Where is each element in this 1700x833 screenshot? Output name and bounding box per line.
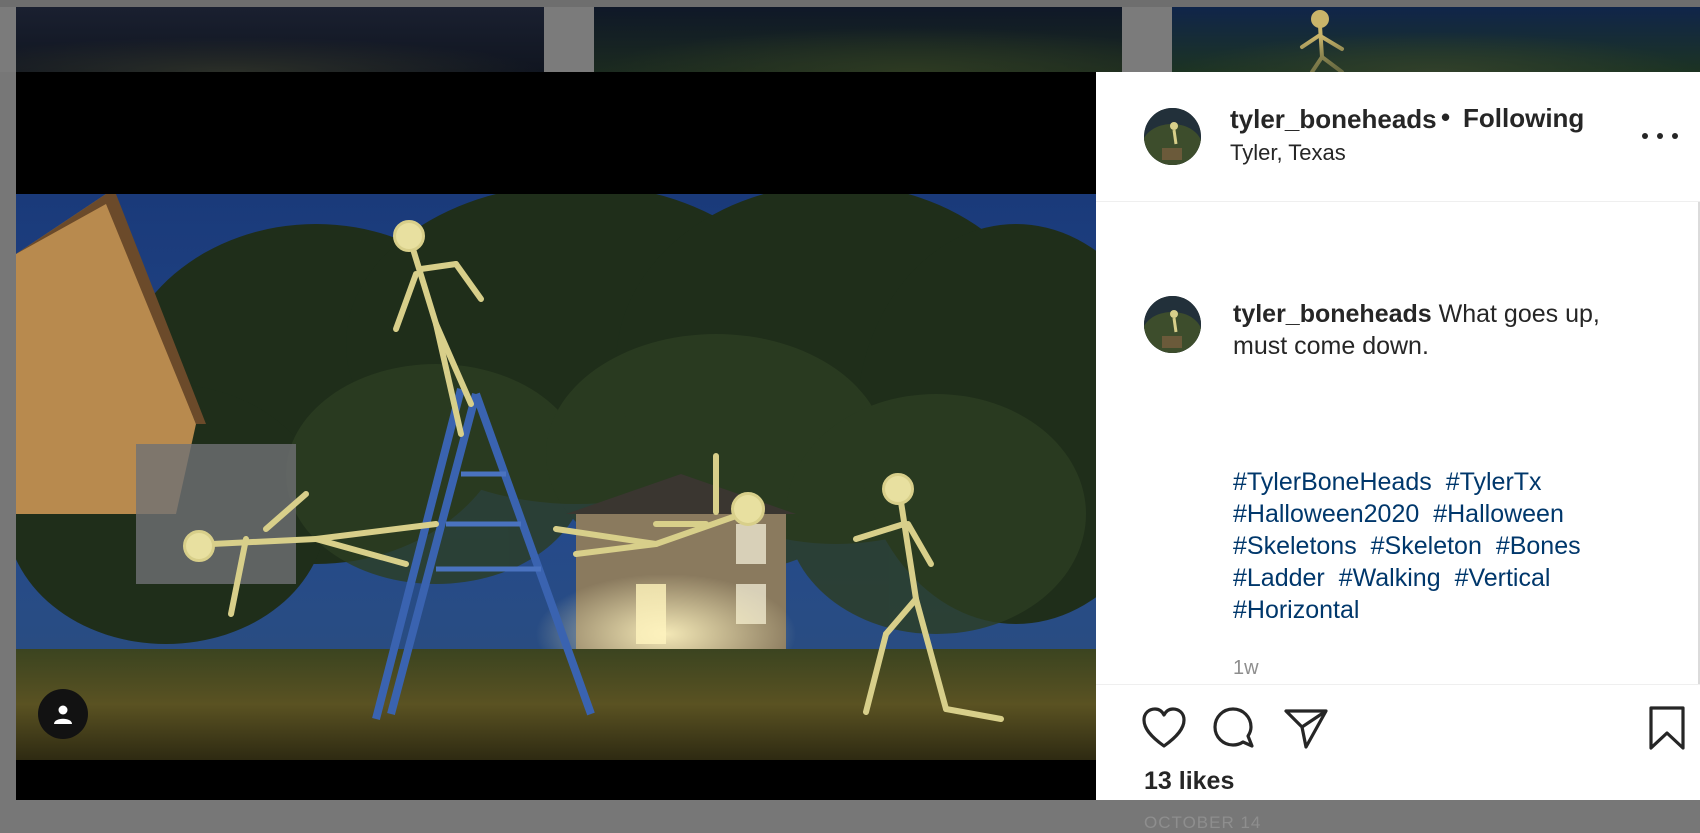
hashtag-link[interactable]: #Skeleton bbox=[1371, 532, 1482, 560]
hashtag-link[interactable]: #TylerTx bbox=[1446, 468, 1542, 496]
hashtag-list: #TylerBoneHeads #TylerTx #Halloween2020 … bbox=[1233, 466, 1653, 626]
comment-icon[interactable] bbox=[1212, 706, 1256, 750]
hashtag-link[interactable]: #Skeletons bbox=[1233, 532, 1357, 560]
tagged-users-button[interactable] bbox=[38, 689, 88, 739]
avatar-image bbox=[1144, 108, 1201, 165]
post-username[interactable]: tyler_boneheads bbox=[1230, 104, 1437, 135]
grid-thumbnail[interactable] bbox=[1172, 7, 1700, 72]
following-button[interactable]: Following bbox=[1463, 103, 1584, 134]
dot-icon bbox=[1657, 133, 1663, 139]
hashtag-link[interactable]: #Ladder bbox=[1233, 564, 1325, 592]
bookmark-icon[interactable] bbox=[1648, 705, 1686, 751]
hashtag-link[interactable]: #TylerBoneHeads bbox=[1233, 468, 1432, 496]
caption-time-ago: 1w bbox=[1233, 657, 1259, 679]
dot-icon bbox=[1642, 133, 1648, 139]
user-tag-icon bbox=[54, 705, 72, 724]
post-location[interactable]: Tyler, Texas bbox=[1230, 140, 1346, 166]
skeleton-thumbnail-art bbox=[1300, 10, 1344, 72]
post-caption: tyler_boneheads What goes up, must come … bbox=[1233, 298, 1653, 362]
dot-icon bbox=[1672, 133, 1678, 139]
caption-username[interactable]: tyler_boneheads bbox=[1233, 300, 1432, 328]
follow-separator: • bbox=[1441, 102, 1451, 132]
post-header: tyler_boneheads • Following Tyler, Texas bbox=[1096, 72, 1700, 202]
post-photo bbox=[16, 194, 1096, 760]
post-date[interactable]: OCTOBER 14 bbox=[1144, 813, 1261, 833]
hashtag-link[interactable]: #Horizontal bbox=[1233, 596, 1359, 624]
page-top-strip bbox=[0, 0, 1700, 7]
avatar[interactable] bbox=[1144, 108, 1201, 165]
likes-count[interactable]: 13 likes bbox=[1144, 767, 1234, 796]
hashtag-link[interactable]: #Walking bbox=[1339, 564, 1441, 592]
hashtag-link[interactable]: #Bones bbox=[1496, 532, 1581, 560]
avatar[interactable] bbox=[1144, 296, 1201, 353]
post-sidebar: tyler_boneheads • Following Tyler, Texas bbox=[1096, 72, 1700, 832]
heart-icon[interactable] bbox=[1142, 707, 1186, 749]
comments-section: tyler_boneheads What goes up, must come … bbox=[1096, 202, 1700, 684]
grid-thumbnail[interactable] bbox=[16, 7, 544, 72]
grid-thumbnail[interactable] bbox=[594, 7, 1122, 72]
post-modal: tyler_boneheads • Following Tyler, Texas bbox=[16, 72, 1700, 832]
post-media bbox=[16, 72, 1096, 800]
share-icon[interactable] bbox=[1284, 707, 1328, 749]
hashtag-link[interactable]: #Vertical bbox=[1455, 564, 1551, 592]
avatar-image bbox=[1144, 296, 1201, 353]
post-actions: 13 likes OCTOBER 14 bbox=[1096, 684, 1700, 832]
hashtag-link[interactable]: #Halloween bbox=[1433, 500, 1564, 528]
hashtag-link[interactable]: #Halloween2020 bbox=[1233, 500, 1419, 528]
more-options-icon[interactable] bbox=[1642, 129, 1678, 143]
